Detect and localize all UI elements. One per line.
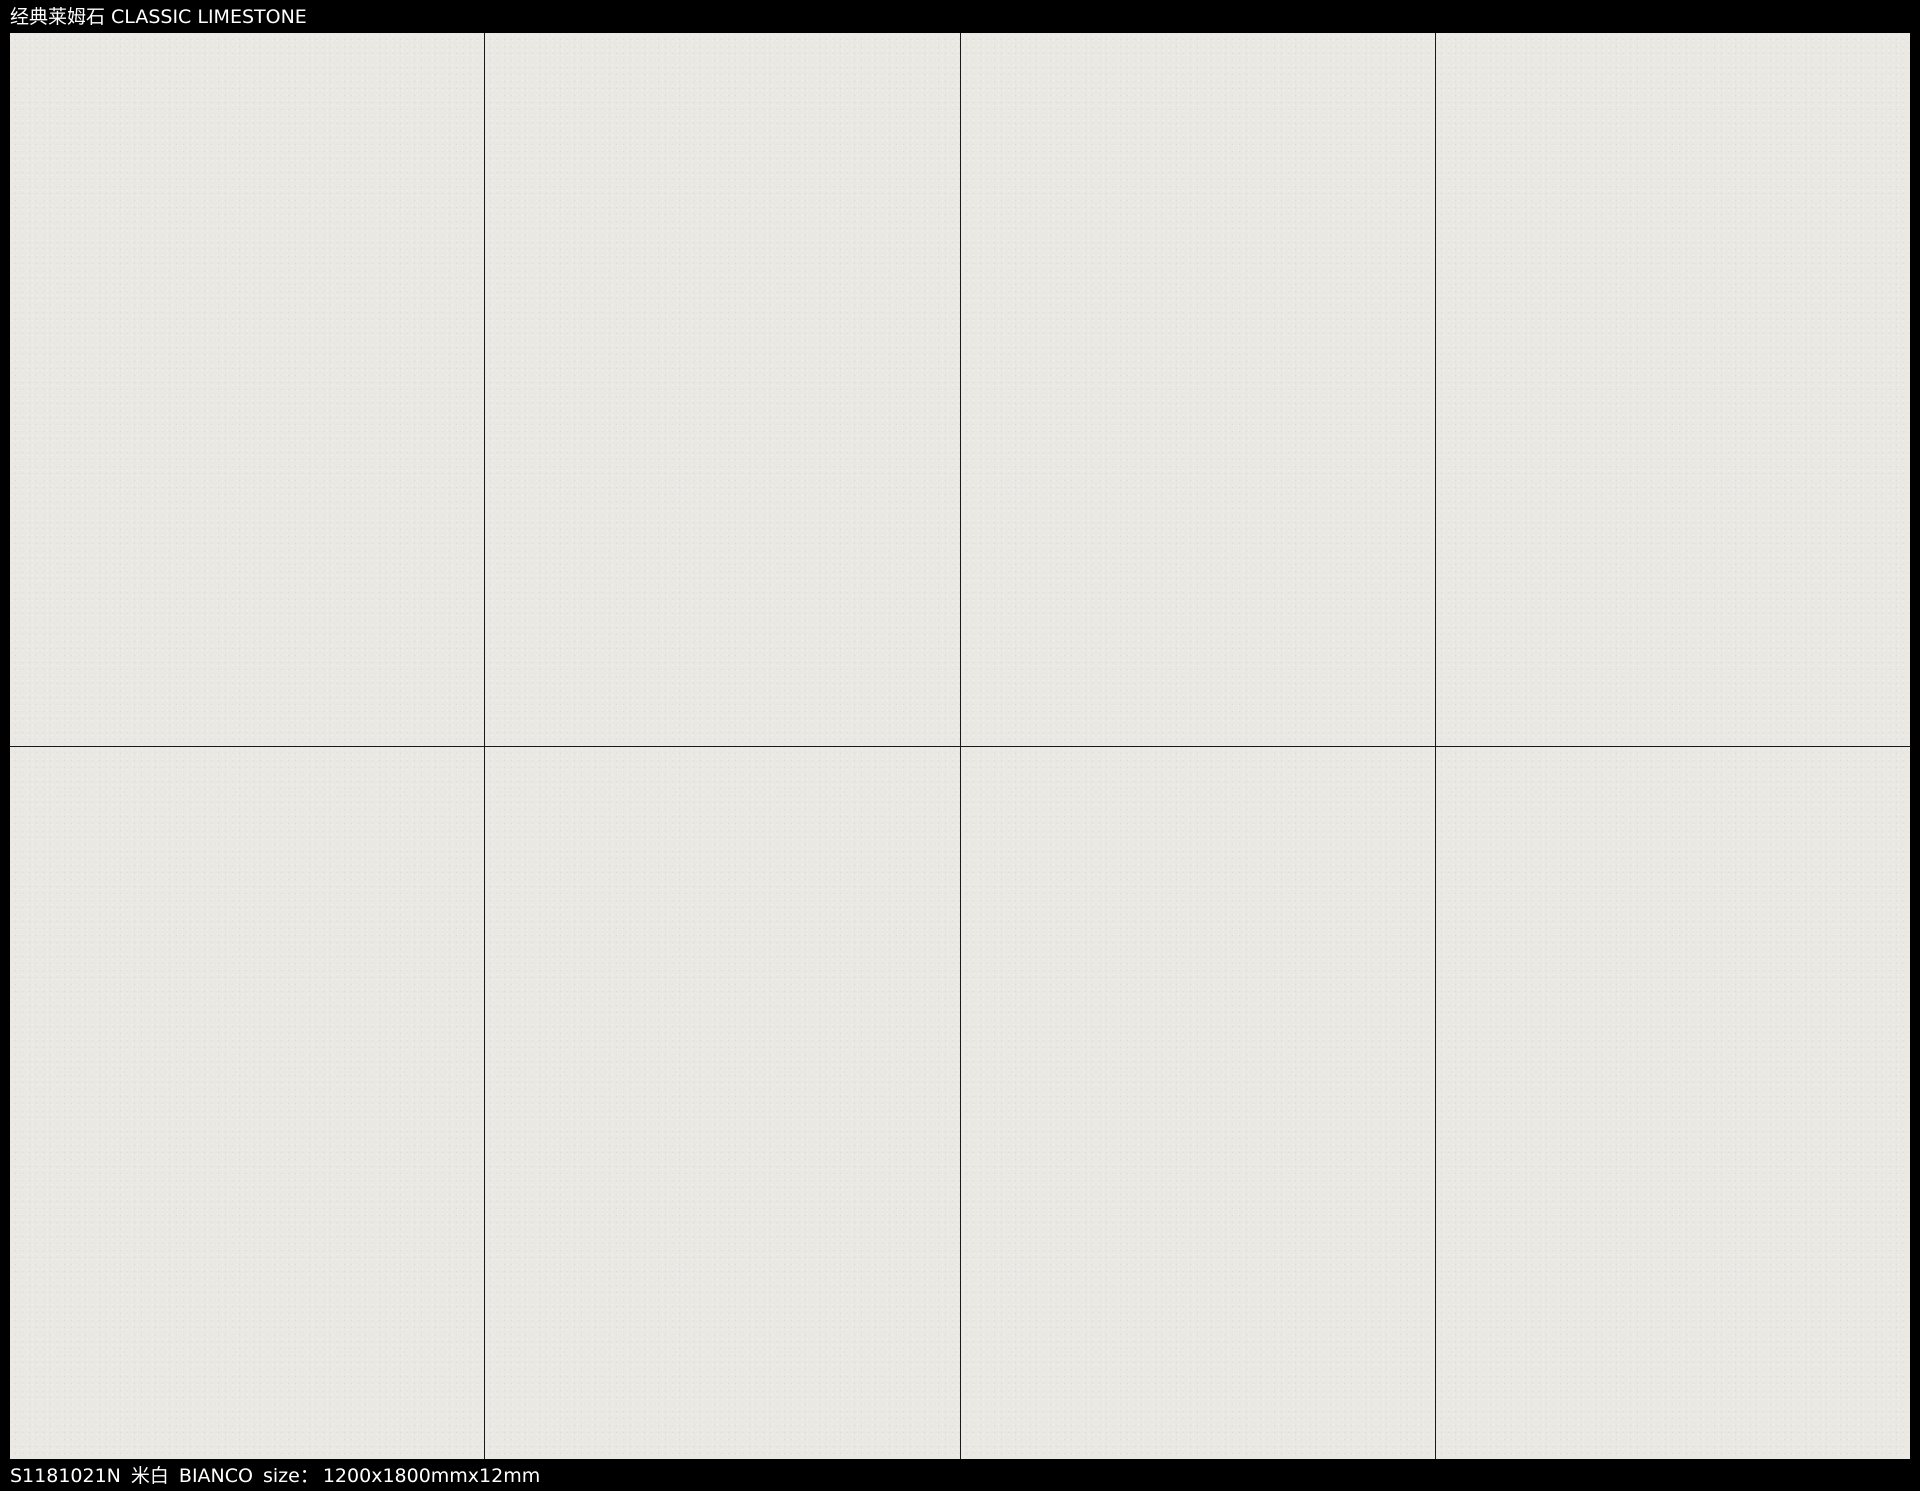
tile-layout-grid [10, 33, 1910, 1459]
tile-r1-c1 [10, 33, 485, 746]
collection-title: 经典莱姆石 CLASSIC LIMESTONE [10, 6, 307, 28]
tile-r2-c3 [960, 746, 1435, 1459]
header-bar: 经典莱姆石 CLASSIC LIMESTONE [0, 0, 1920, 33]
tile-r1-c2 [485, 33, 960, 746]
color-name-cn: 米白 [130, 1465, 169, 1487]
color-name-en: BIANCO [178, 1465, 253, 1487]
product-info: S1181021N 米白 BIANCO size： 1200x1800mmx12mm [10, 1464, 550, 1488]
tile-r1-c4 [1435, 33, 1910, 746]
tile-r2-c4 [1435, 746, 1910, 1459]
size-value: 1200x1800mmx12mm [322, 1465, 541, 1487]
footer-bar: S1181021N 米白 BIANCO size： 1200x1800mmx12mm [0, 1459, 1920, 1491]
tile-r2-c2 [485, 746, 960, 1459]
product-code: S1181021N [10, 1465, 121, 1487]
tile-r1-c3 [960, 33, 1435, 746]
size-label: size： [263, 1465, 319, 1487]
tile-r2-c1 [10, 746, 485, 1459]
